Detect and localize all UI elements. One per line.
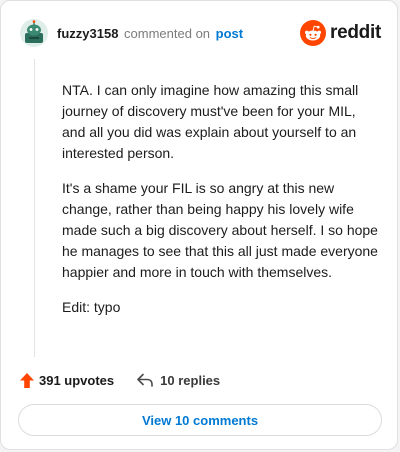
comment-header: fuzzy3158 commented on post reddit bbox=[20, 19, 381, 49]
reply-count: 10 replies bbox=[160, 372, 221, 388]
reply-arrow-icon bbox=[137, 373, 153, 387]
thread-line bbox=[34, 59, 35, 357]
comment-body: NTA. I can only imagine how amazing this… bbox=[62, 80, 382, 332]
action-text: commented on bbox=[124, 26, 211, 41]
username-link[interactable]: fuzzy3158 bbox=[57, 26, 118, 41]
replies-control[interactable]: 10 replies bbox=[136, 373, 220, 388]
embedded-comment-card: fuzzy3158 commented on post reddit NTA. … bbox=[0, 0, 398, 450]
reddit-wordmark: reddit bbox=[330, 22, 381, 43]
comment-paragraph: It's a shame your FIL is so angry at thi… bbox=[62, 180, 378, 280]
reddit-snoo-logo-icon bbox=[300, 20, 327, 46]
comment-paragraph: Edit: typo bbox=[62, 299, 121, 315]
upvote-arrow-icon[interactable] bbox=[19, 372, 35, 389]
comment-byline: fuzzy3158 commented on post bbox=[57, 26, 243, 41]
snoo-avatar-icon[interactable] bbox=[20, 19, 48, 47]
reddit-brand[interactable]: reddit bbox=[300, 20, 381, 46]
upvote-control[interactable]: 391 upvotes bbox=[19, 372, 114, 389]
view-comments-button[interactable]: View 10 comments bbox=[18, 404, 382, 436]
post-link[interactable]: post bbox=[216, 26, 243, 41]
comment-paragraph: NTA. I can only imagine how amazing this… bbox=[62, 82, 359, 161]
upvote-count: 391 upvotes bbox=[39, 372, 115, 388]
comment-footer: 391 upvotes 10 replies bbox=[19, 369, 220, 391]
